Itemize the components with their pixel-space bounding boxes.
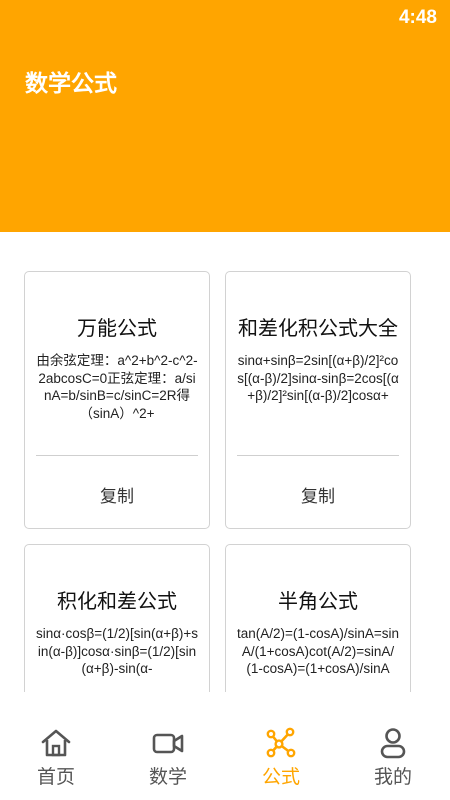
tab-home[interactable]: 首页 xyxy=(0,726,112,788)
bottom-tab-bar: 首页 数学 公式 我的 xyxy=(0,692,450,800)
formula-card[interactable]: 和差化积公式大全 sinα+sinβ=2sin[(α+β)/2]²cos[(α-… xyxy=(225,271,411,529)
card-body: tan(A/2)=(1-cosA)/sinA=sinA/(1+cosA)cot(… xyxy=(236,626,400,676)
card-title: 积化和差公式 xyxy=(57,589,177,613)
formula-grid[interactable]: 万能公式 由余弦定理：a^2+b^2-c^2-2abcosC=0正弦定理：a/s… xyxy=(0,232,450,692)
card-body: sinα·cosβ=(1/2)[sin(α+β)+sin(α-β)]cosα·s… xyxy=(35,626,199,676)
copy-button[interactable]: 复制 xyxy=(25,482,209,507)
tab-formula[interactable]: 公式 xyxy=(225,726,337,788)
page-title: 数学公式 xyxy=(25,71,117,97)
formula-card[interactable]: 积化和差公式 sinα·cosβ=(1/2)[sin(α+β)+sin(α-β)… xyxy=(24,544,210,692)
card-title: 和差化积公式大全 xyxy=(238,316,398,340)
formula-card[interactable]: 万能公式 由余弦定理：a^2+b^2-c^2-2abcosC=0正弦定理：a/s… xyxy=(24,271,210,529)
tab-label: 我的 xyxy=(373,766,412,788)
copy-button[interactable]: 复制 xyxy=(226,482,410,507)
tab-label: 公式 xyxy=(261,766,300,788)
card-body: sinα+sinβ=2sin[(α+β)/2]²cos[(α-β)/2]sinα… xyxy=(237,353,399,403)
tab-math[interactable]: 数学 xyxy=(112,726,224,788)
formula-card[interactable]: 半角公式 tan(A/2)=(1-cosA)/sinA=sinA/(1+cosA… xyxy=(225,544,411,692)
card-title: 万能公式 xyxy=(77,316,157,340)
card-body: 由余弦定理：a^2+b^2-c^2-2abcosC=0正弦定理：a/sinA=b… xyxy=(36,353,198,421)
app-header: 4:48 数学公式 xyxy=(0,0,450,232)
home-icon xyxy=(41,729,71,757)
tab-mine[interactable]: 我的 xyxy=(337,726,449,788)
card-divider xyxy=(237,455,399,456)
network-icon xyxy=(266,727,296,758)
tab-label: 数学 xyxy=(148,766,187,788)
card-divider xyxy=(36,455,198,456)
user-icon xyxy=(380,728,406,759)
card-title: 半角公式 xyxy=(278,589,358,613)
status-time: 4:48 xyxy=(398,7,437,28)
video-icon xyxy=(152,733,184,754)
tab-label: 首页 xyxy=(36,766,75,788)
